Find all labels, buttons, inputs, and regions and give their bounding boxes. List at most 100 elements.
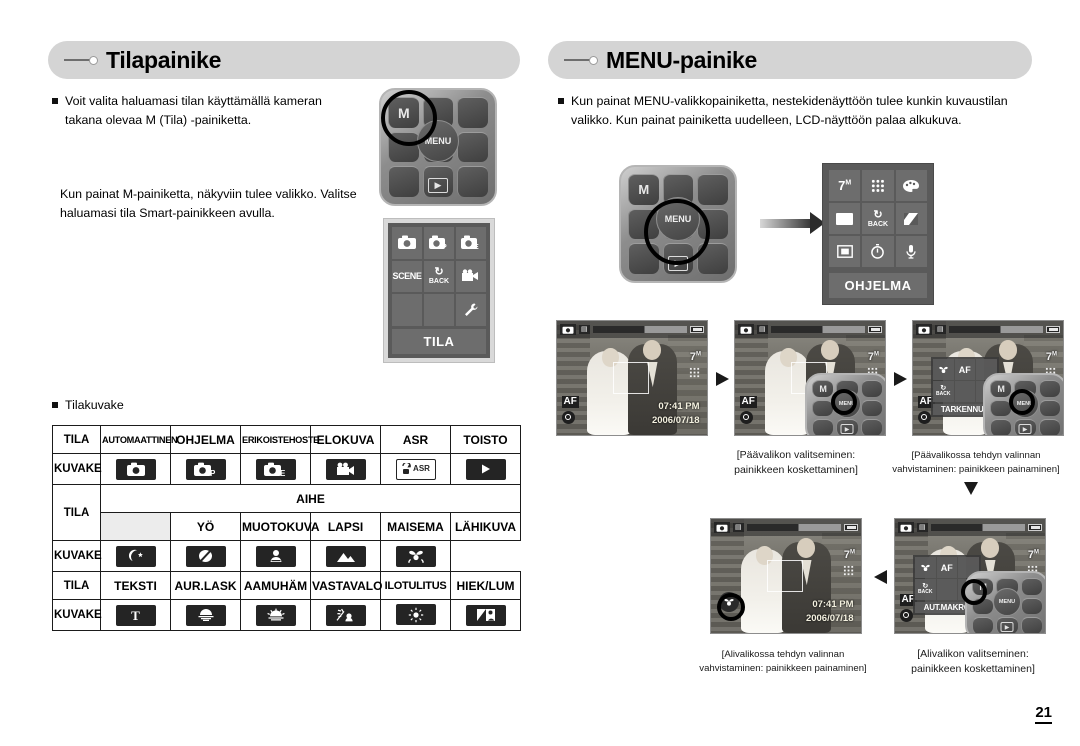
caption-bottom-left-line2: vahvistaminen: painikkeen painaminen]	[699, 663, 867, 674]
row3-cell-0: YÖ	[170, 512, 241, 541]
lcd3-sub-af[interactable]: AF	[954, 359, 975, 381]
lcd2-pad-m[interactable]: M	[812, 380, 834, 397]
ohjelma-cell-resolution[interactable]: 7M	[829, 170, 861, 201]
lcd5-sub-back[interactable]: ↻ BACK	[915, 579, 936, 600]
pad-key-mid-left-r[interactable]	[628, 208, 659, 240]
lcd2-pad-k6[interactable]	[860, 399, 882, 417]
lcd5-osd-bar: ▤	[895, 519, 1045, 537]
ohjelma-cell-palette[interactable]	[895, 170, 927, 201]
lcd3-pad-k6[interactable]	[1038, 399, 1060, 417]
lcd2-pad-play-icon[interactable]: ▶	[840, 424, 854, 434]
lcd3-highlight-ring	[1009, 389, 1035, 415]
tila-cell-scene[interactable]: SCENE	[392, 260, 422, 293]
button-pad-grid-right: M MENU ▶	[628, 174, 728, 274]
menu-button-right[interactable]: MENU	[656, 197, 700, 241]
row1-cell-1: OHJELMA	[170, 425, 241, 454]
ohjelma-cell-back[interactable]: ↻ BACK	[862, 203, 894, 234]
pad-key-bottom-right[interactable]	[457, 166, 488, 197]
header-lead-marker-right	[564, 55, 598, 65]
ohjelma-cell-exposure[interactable]	[895, 203, 927, 234]
pad-key-top-right-r[interactable]	[697, 174, 728, 205]
lcd3-pad-k7[interactable]	[990, 419, 1012, 435]
playback-button-icon-right[interactable]: ▶	[668, 256, 688, 271]
lcd2-pad-k9[interactable]	[860, 419, 882, 435]
tila-menu-screen: P E SCENE ↻ BACK TILA	[383, 218, 495, 363]
lcd5-pad-menu[interactable]: MENU	[993, 588, 1021, 616]
lcd3-back-label: BACK	[936, 391, 951, 398]
lcd5-pad-k6[interactable]	[1020, 597, 1042, 615]
ohjelma-cell-metering[interactable]	[829, 236, 861, 267]
ohjelma-cell-whitebalance[interactable]	[829, 203, 861, 234]
lcd5-pad-k9[interactable]	[1020, 617, 1042, 633]
lcd1-metering-icon	[561, 410, 575, 424]
caption-top-right-line1: [Päävalikossa tehdyn valinnan	[911, 450, 1041, 461]
row1-cell-0: AUTOMAATTINEN	[100, 425, 178, 454]
flow-arrow-main	[760, 212, 828, 234]
lcd5-pad-k3[interactable]	[1020, 578, 1042, 595]
pad-key-bottom-left-r[interactable]	[628, 243, 659, 274]
ohjelma-cell-voice[interactable]	[895, 236, 927, 267]
mode-button-m-right[interactable]: M	[628, 174, 659, 205]
caption-bottom-right: [Alivalikon valitseminen: painikkeen kos…	[880, 647, 1066, 677]
lcd4-osd-bar: ▤	[711, 519, 861, 537]
lcd5-back-label: BACK	[918, 589, 933, 596]
lcd3-pad-k3[interactable]	[1038, 380, 1060, 397]
tila-cell-program[interactable]: P	[424, 227, 454, 259]
lcd3-pad-play-icon[interactable]: ▶	[1018, 424, 1032, 434]
table-row-mode-3: TILA TEKSTI AUR.LASK AAMUHÄM VASTAVALO I…	[52, 571, 521, 600]
lcd5-pad-play-icon[interactable]: ▶	[1000, 622, 1014, 632]
tila-cell-auto[interactable]	[392, 227, 422, 259]
sunset-icon	[185, 604, 226, 626]
lcd5-pad-k7[interactable]	[972, 617, 994, 633]
osd-zoom-bar-4	[746, 523, 841, 532]
palette-icon	[903, 179, 920, 192]
lcd3-pad-k9[interactable]	[1038, 419, 1060, 435]
caption-top-left-line2: painikkeen koskettaminen]	[734, 464, 858, 476]
lcd3-sub-back[interactable]: ↻ BACK	[933, 381, 954, 402]
icon-backlight	[310, 599, 381, 631]
flow-arrow-2	[894, 372, 907, 386]
row3-cell-4: LÄHIKUVA	[450, 512, 521, 541]
lcd-screen-1: ▤ 7M AF 07:41 PM 2006/07/18	[556, 320, 708, 436]
mode-button-m[interactable]: M	[388, 97, 419, 128]
lcd3-osd-bar: ▤	[913, 321, 1063, 339]
playback-button-icon[interactable]: ▶	[428, 178, 448, 193]
pad-key-bottom-right-r[interactable]	[697, 243, 728, 274]
pad-key-mid-left[interactable]	[388, 131, 419, 163]
lcd2-pad-k7[interactable]	[812, 419, 834, 435]
lcd3-pad-m[interactable]: M	[990, 380, 1012, 397]
tila-cell-movie[interactable]	[456, 260, 486, 293]
row6-label: KUVAKE	[52, 599, 102, 631]
icon-portrait	[170, 540, 241, 572]
lcd1-groom-head	[642, 340, 661, 360]
tila-menu-cells: P E SCENE ↻ BACK	[392, 227, 486, 326]
pad-key-bottom-left[interactable]	[388, 166, 419, 197]
ohjelma-back-label: BACK	[867, 220, 889, 228]
menu-button[interactable]: MENU	[417, 120, 459, 162]
lcd3-sub-macro-icon[interactable]	[933, 359, 954, 381]
backlight-icon	[325, 604, 366, 626]
table-row-icon-2: KUVAKE	[52, 540, 521, 572]
pad-key-top-right[interactable]	[457, 97, 488, 128]
mode-icon-table: TILA AUTOMAATTINEN OHJELMA ERIKOISTEHOST…	[52, 425, 521, 631]
tila-cell-setup[interactable]	[456, 294, 486, 326]
lcd5-sub-af[interactable]: AF	[936, 557, 957, 579]
lcd2-groom-head	[820, 340, 839, 360]
lcd5-sub-macro-icon[interactable]	[915, 557, 936, 579]
lcd1-osd-bar: ▤	[557, 321, 707, 339]
left-bullet-2-text: Tilakuvake	[65, 398, 124, 412]
row5-label: TILA	[52, 571, 101, 600]
bullet-square-icon	[52, 98, 58, 104]
tila-cell-back[interactable]: ↻ BACK	[424, 260, 454, 293]
ohjelma-cell-quality[interactable]	[862, 170, 894, 201]
ohjelma-cell-timer[interactable]	[862, 236, 894, 267]
lcd2-pad-k3[interactable]	[860, 380, 882, 397]
icon-dawn	[240, 599, 311, 631]
lcd5-sub-empty-2	[936, 579, 957, 600]
pad-key-mid-right[interactable]	[457, 131, 488, 163]
tila-cell-effect[interactable]: E	[456, 227, 486, 259]
ohjelma-menu-screen: 7M ↻ BACK OHJELMA	[822, 163, 934, 305]
icon-landscape	[310, 540, 381, 572]
lcd-screen-5: ▤ 7M AF AF ↻ BACK AUT.MAKRO M MENU ▶	[894, 518, 1046, 634]
pad-key-mid-right-r[interactable]	[697, 208, 728, 240]
